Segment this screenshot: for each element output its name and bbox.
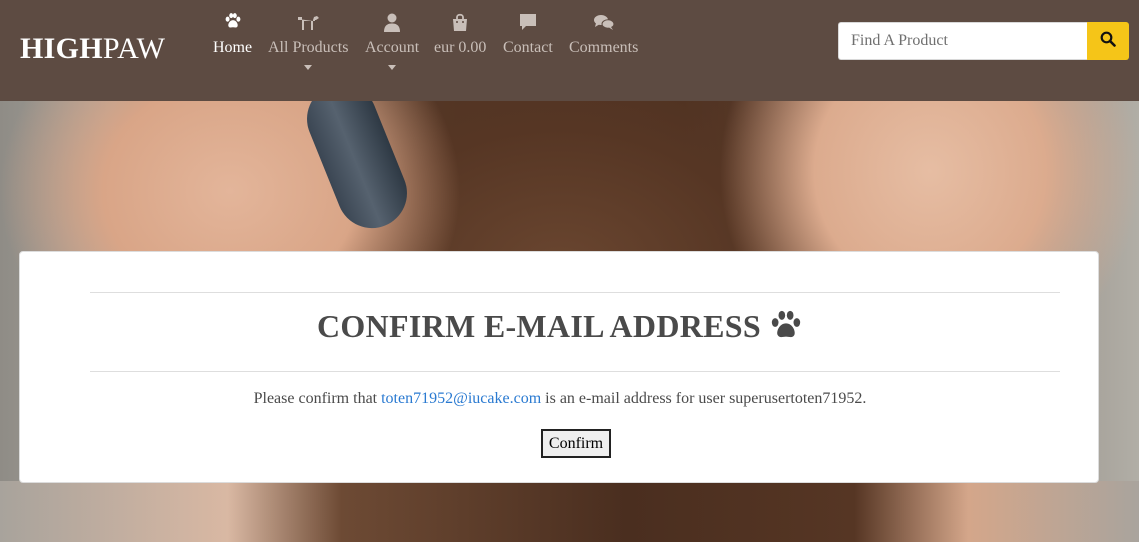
search-form	[838, 22, 1129, 60]
confirm-email-card: CONFIRM E-MAIL ADDRESS Please confirm th…	[19, 251, 1099, 483]
comments-icon	[569, 12, 638, 36]
nav-comments[interactable]: Comments	[569, 12, 638, 57]
user-icon	[365, 12, 419, 36]
nav-contact[interactable]: Contact	[503, 12, 553, 57]
nav-cart-total: eur 0.00	[434, 39, 487, 56]
nav-comments-label: Comments	[569, 39, 639, 56]
site-header: HIGHPAW Home All Products Account eur 0.…	[0, 0, 1139, 101]
nav-all-products[interactable]: All Products	[268, 12, 348, 70]
page-title: CONFIRM E-MAIL ADDRESS	[20, 308, 1100, 345]
hero-bottom-strip	[0, 481, 1139, 542]
page-title-text: CONFIRM E-MAIL ADDRESS	[317, 308, 761, 344]
nav-account[interactable]: Account	[365, 12, 419, 70]
email-link[interactable]: toten71952@iucake.com	[381, 390, 541, 407]
shopping-bag-icon	[434, 12, 486, 36]
chevron-down-icon	[388, 65, 397, 70]
dog-icon	[268, 12, 348, 36]
nav-cart[interactable]: eur 0.00	[434, 12, 486, 57]
chevron-down-icon	[304, 65, 313, 70]
nav-home-label: Home	[213, 39, 253, 56]
message-prefix: Please confirm that	[253, 390, 378, 407]
message-suffix: is an e-mail address for user superusert…	[545, 390, 867, 407]
ring-decoration	[296, 101, 418, 239]
logo-light-text: PAW	[102, 32, 166, 65]
confirm-message: Please confirm that toten71952@iucake.co…	[20, 390, 1100, 408]
nav-contact-label: Contact	[503, 39, 553, 56]
divider-top	[90, 292, 1060, 293]
confirm-button[interactable]: Confirm	[541, 429, 611, 458]
site-logo[interactable]: HIGHPAW	[20, 32, 165, 66]
nav-all-products-label: All Products	[268, 39, 349, 56]
divider-bottom	[90, 371, 1060, 372]
search-input[interactable]	[838, 22, 1088, 60]
paw-icon	[771, 310, 801, 338]
logo-bold-text: HIGH	[20, 32, 103, 65]
search-icon	[1100, 31, 1116, 52]
nav-account-label: Account	[365, 39, 420, 56]
search-button[interactable]	[1087, 22, 1129, 60]
paw-icon	[213, 12, 252, 36]
nav-home[interactable]: Home	[213, 12, 252, 57]
comment-icon	[503, 12, 553, 36]
